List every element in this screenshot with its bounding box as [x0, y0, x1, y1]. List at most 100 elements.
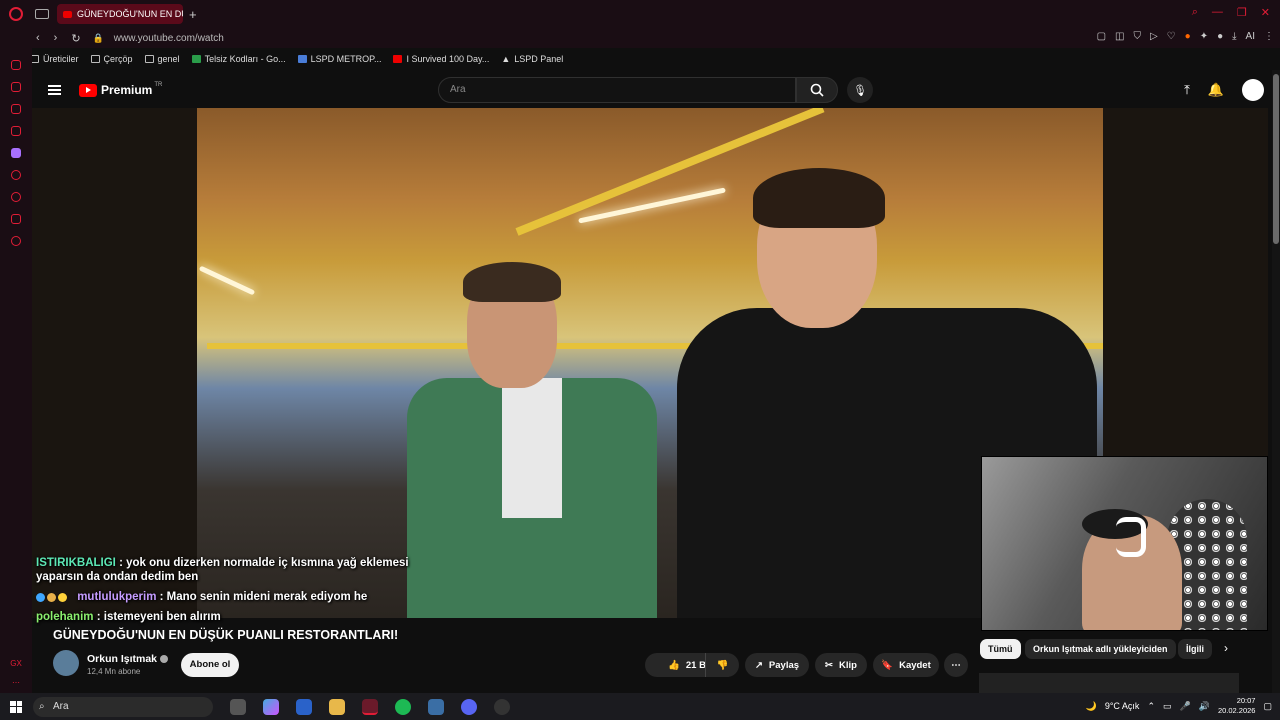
tray-chevron-icon[interactable]: ⌃ [1147, 701, 1155, 712]
puzzle-icon[interactable]: ✦ [1200, 31, 1208, 42]
bookmark-item[interactable]: Çerçöp [90, 54, 133, 64]
account-avatar[interactable] [1242, 79, 1264, 101]
bookmark-item[interactable]: LSPD METROP... [297, 54, 381, 64]
store-icon[interactable] [296, 698, 312, 715]
forward-button[interactable]: › [54, 32, 58, 45]
extensions-icon[interactable] [11, 214, 21, 224]
twitch-icon[interactable] [11, 148, 21, 158]
aria-icon[interactable] [11, 60, 21, 70]
taskbar-search-placeholder: Ara [53, 700, 69, 712]
bookmark-item[interactable]: Telsiz Kodları - Go... [191, 54, 286, 64]
channel-avatar[interactable] [53, 650, 79, 676]
gx-icon[interactable]: GX [10, 659, 22, 668]
reload-button[interactable]: ↻ [71, 32, 80, 45]
bookmark-item[interactable]: I Survived 100 Day... [393, 54, 489, 64]
chat-text: : istemeyeni ben alırım [96, 611, 221, 623]
stream-chat-overlay: ISTIRIKBALIGI : yok onu dizerken normald… [36, 556, 436, 630]
thumbs-down-icon: 👎 [716, 659, 729, 671]
lock-icon[interactable]: 🔒 [93, 33, 104, 44]
history-icon[interactable] [11, 192, 21, 202]
dislike-button[interactable]: 👎 [705, 653, 739, 677]
voice-search-button[interactable]: 🎙 [847, 77, 873, 103]
bookmark-item[interactable]: Üreticiler [30, 54, 79, 64]
volume-icon[interactable]: 🔊 [1199, 701, 1210, 712]
channel-name-row[interactable]: Orkun Işıtmak [87, 653, 169, 665]
snapshot-icon[interactable]: ◫ [1115, 31, 1124, 42]
premium-label[interactable]: Premium [101, 83, 152, 97]
chip-related[interactable]: İlgili [1178, 639, 1212, 659]
bookmark-item[interactable]: genel [144, 54, 180, 64]
app-icon[interactable] [428, 698, 444, 715]
search-tabs-icon[interactable]: ⌕ [1192, 6, 1198, 19]
tab-island-icon[interactable] [35, 9, 49, 19]
chevron-right-icon[interactable]: › [1224, 641, 1228, 655]
youtube-header: Premium TR Ara 🎙 ⤒ 🔔 [32, 70, 1280, 110]
active-tab[interactable]: GÜNEYDOĞU'NUN EN DÜŞ [57, 4, 183, 24]
close-button[interactable]: ✕ [1261, 6, 1270, 19]
more-actions-button[interactable]: ⋯ [944, 653, 968, 677]
more-icon[interactable]: ⋯ [12, 678, 20, 687]
upload-icon[interactable]: ⤒ [1184, 82, 1190, 98]
search-icon [810, 83, 824, 97]
taskbar-search[interactable]: ⌕ Ara [33, 696, 213, 717]
aria-ai-button[interactable]: AI [1246, 31, 1255, 42]
chat-username: ISTIRIKBALIGI [36, 557, 116, 569]
workspace-icon[interactable] [11, 82, 21, 92]
discord-icon[interactable] [461, 698, 477, 715]
file-explorer-icon[interactable] [329, 698, 345, 715]
download-icon[interactable]: ⤓ [1232, 31, 1236, 42]
minimize-button[interactable]: — [1212, 6, 1223, 19]
youtube-logo-icon[interactable] [79, 83, 97, 97]
weather-text[interactable]: 9°C Açık [1105, 701, 1140, 711]
new-tab-button[interactable]: + [189, 7, 197, 22]
settings-icon[interactable] [11, 236, 21, 246]
profile-icon[interactable]: ● [1217, 31, 1223, 42]
microphone-icon[interactable]: 🎤 [1180, 701, 1191, 712]
copilot-icon[interactable] [263, 698, 279, 715]
back-button[interactable]: ‹ [36, 32, 40, 45]
bookmark-icon: 🔖 [881, 659, 894, 671]
youtube-favicon-icon [63, 10, 72, 18]
search-input[interactable]: Ara [438, 77, 796, 103]
opera-logo-icon[interactable] [9, 7, 23, 21]
subscribe-button[interactable]: Abone ol [181, 653, 239, 677]
share-button[interactable]: ↗ Paylaş [745, 653, 809, 677]
obs-icon[interactable] [494, 698, 510, 715]
task-view-icon[interactable] [230, 698, 246, 715]
bookmarks-bar: Üreticiler Çerçöp genel Telsiz Kodları -… [30, 50, 1280, 68]
chat-message: polehanim : istemeyeni ben alırım [36, 610, 436, 624]
chip-uploader[interactable]: Orkun Işıtmak adlı yükleyiciden [1025, 639, 1176, 659]
network-icon[interactable]: ▭ [1163, 701, 1172, 712]
save-button[interactable]: 🔖 Kaydet [873, 653, 939, 677]
play-icon[interactable]: ▷ [1150, 31, 1158, 42]
recommended-video-thumbnail[interactable] [979, 673, 1239, 693]
clock[interactable]: 20:07 20.02.2026 [1218, 696, 1256, 716]
clip-button[interactable]: ✂ Klip [815, 653, 867, 677]
bookmark-item[interactable]: ▲ LSPD Panel [501, 54, 563, 64]
search-button[interactable] [796, 77, 838, 103]
messenger-icon[interactable] [11, 104, 21, 114]
menu-icon[interactable]: ⋮ [1264, 31, 1274, 42]
browser-sidebar: GX ⋯ [0, 48, 32, 693]
maximize-button[interactable]: ❐ [1237, 6, 1247, 19]
shield-icon[interactable]: ⛉ [1133, 31, 1141, 42]
vk-icon[interactable] [11, 126, 21, 136]
player-icon[interactable] [11, 170, 21, 180]
spotify-icon[interactable] [395, 698, 411, 715]
folder-icon [144, 55, 154, 63]
windows-taskbar: ⌕ Ara 🌙 9°C Açık ⌃ ▭ 🎤 🔊 20:07 20.02.202… [0, 693, 1280, 720]
notifications-bell-icon[interactable]: 🔔 [1208, 82, 1224, 98]
chip-all[interactable]: Tümü [980, 639, 1021, 659]
scissors-icon: ✂ [825, 659, 833, 671]
windows-start-icon[interactable] [10, 700, 22, 713]
menu-icon[interactable] [48, 85, 61, 95]
opera-gx-taskbar-icon[interactable] [362, 698, 378, 715]
fox-extension-icon[interactable]: ● [1185, 31, 1191, 42]
channel-name[interactable]: Orkun Işıtmak [87, 653, 157, 665]
heart-icon[interactable]: ♡ [1167, 31, 1176, 42]
extension-icon[interactable]: ▢ [1097, 31, 1106, 42]
scrollbar-thumb[interactable] [1273, 74, 1279, 244]
notifications-icon[interactable]: ▢ [1263, 701, 1272, 712]
url-field[interactable]: www.youtube.com/watch [114, 33, 224, 44]
date: 20.02.2026 [1217, 706, 1256, 715]
